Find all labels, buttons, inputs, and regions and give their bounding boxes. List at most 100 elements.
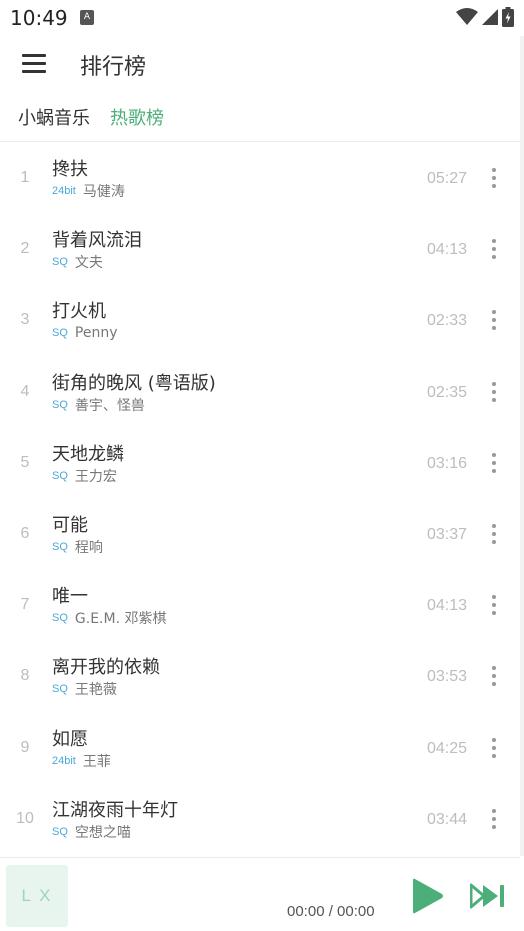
song-row[interactable]: 6 可能 SQ 程响 03:37	[0, 498, 520, 569]
song-title: 唯一	[52, 586, 88, 608]
song-row[interactable]: 3 打火机 SQ Penny 02:33	[0, 284, 520, 355]
more-options-icon[interactable]	[486, 807, 502, 831]
song-duration: 05:27	[427, 170, 468, 187]
song-title: 打火机	[52, 301, 106, 323]
quality-badge: SQ	[52, 256, 68, 269]
more-options-icon[interactable]	[486, 593, 502, 617]
song-artist: 马健涛	[82, 184, 125, 200]
more-options-icon[interactable]	[486, 736, 502, 760]
quality-badge: SQ	[52, 398, 68, 411]
quality-badge: SQ	[52, 469, 68, 482]
song-index: 6	[20, 525, 30, 542]
song-row[interactable]: 9 如愿 24bit 王菲 04:25	[0, 712, 520, 783]
next-track-icon[interactable]	[470, 882, 506, 910]
more-options-icon[interactable]	[486, 451, 502, 475]
song-duration: 04:25	[427, 739, 468, 757]
more-options-icon[interactable]	[486, 380, 502, 404]
song-artist: 空想之喵	[74, 824, 131, 841]
song-meta: 24bit 王菲	[52, 753, 111, 770]
quality-badge: SQ	[52, 825, 68, 838]
song-meta: SQ 王力宏	[52, 468, 117, 485]
cell-signal-icon	[482, 9, 498, 25]
page-title: 排行榜	[80, 55, 147, 80]
song-duration: 03:53	[427, 668, 468, 686]
quality-badge: SQ	[52, 683, 68, 696]
song-index: 5	[20, 453, 30, 471]
song-title: 天地龙鳞	[52, 443, 124, 465]
song-artist: 程响	[74, 540, 103, 556]
more-options-icon[interactable]	[486, 664, 502, 688]
song-row[interactable]: 2 背着风流泪 SQ 文夫 04:13	[0, 213, 520, 284]
more-options-icon[interactable]	[486, 522, 502, 546]
song-row[interactable]: 10 江湖夜雨十年灯 SQ 空想之喵 03:44	[0, 783, 520, 854]
notification-icon: A	[80, 10, 94, 25]
quality-badge: SQ	[52, 541, 68, 553]
song-row[interactable]: 1 搀扶 24bit 马健涛 05:27	[0, 142, 520, 213]
song-duration: 03:44	[427, 810, 468, 828]
playback-time: 00:00 / 00:00	[287, 903, 375, 920]
song-duration: 03:37	[427, 526, 468, 543]
song-index: 9	[20, 738, 30, 756]
more-options-icon[interactable]	[486, 308, 502, 332]
song-meta: 24bit 马健涛	[52, 183, 125, 200]
song-meta: SQ 王艳薇	[52, 681, 117, 699]
song-artist: 善宇、怪兽	[74, 397, 145, 414]
song-artist: 王艳薇	[74, 682, 117, 699]
song-duration: 02:33	[427, 312, 468, 330]
song-title: 街角的晚风 (粤语版)	[52, 372, 216, 394]
song-title: 可能	[52, 515, 88, 536]
song-title: 搀扶	[52, 159, 88, 180]
song-artist: 文夫	[74, 255, 103, 272]
wifi-icon	[456, 8, 478, 25]
song-duration: 02:35	[427, 383, 468, 401]
hamburger-menu-icon[interactable]	[22, 53, 46, 73]
song-meta: SQ 空想之喵	[52, 824, 131, 841]
song-index: 2	[20, 240, 30, 258]
quality-badge: SQ	[52, 612, 68, 625]
app-bar: 排行榜	[0, 36, 524, 92]
status-icons	[456, 6, 514, 28]
breadcrumb: 小蜗音乐 热歌榜	[18, 104, 164, 130]
quality-badge: SQ	[52, 327, 68, 340]
song-index: 3	[20, 311, 30, 329]
song-meta: SQ Penny	[52, 325, 118, 341]
song-index: 8	[20, 667, 30, 685]
status-time: 10:49	[10, 6, 68, 30]
song-artist: G.E.M. 邓紫棋	[74, 611, 167, 628]
quality-badge: 24bit	[52, 754, 76, 767]
song-index: 7	[20, 596, 30, 614]
song-meta: SQ 善宇、怪兽	[52, 397, 145, 414]
more-options-icon[interactable]	[486, 166, 502, 190]
quality-badge: 24bit	[52, 185, 76, 197]
song-row[interactable]: 5 天地龙鳞 SQ 王力宏 03:16	[0, 427, 520, 498]
song-meta: SQ 程响	[52, 539, 103, 556]
song-title: 离开我的依赖	[52, 657, 160, 679]
song-row[interactable]: 7 唯一 SQ G.E.M. 邓紫棋 04:13	[0, 569, 520, 640]
song-title: 背着风流泪	[52, 230, 142, 252]
song-index: 4	[20, 382, 30, 400]
player-bar: L X 00:00 / 00:00	[0, 857, 520, 931]
album-cover[interactable]: L X	[6, 865, 68, 927]
song-artist: 王力宏	[74, 468, 117, 485]
song-duration: 04:13	[427, 241, 468, 259]
source-selector[interactable]: 小蜗音乐	[18, 104, 90, 130]
song-meta: SQ G.E.M. 邓紫棋	[52, 610, 167, 628]
song-row[interactable]: 8 离开我的依赖 SQ 王艳薇 03:53	[0, 640, 520, 711]
song-duration: 03:16	[427, 454, 468, 472]
status-bar: 10:49 A	[0, 0, 524, 36]
song-meta: SQ 文夫	[52, 254, 103, 272]
song-row[interactable]: 4 街角的晚风 (粤语版) SQ 善宇、怪兽 02:35	[0, 356, 520, 427]
scroll-edge	[520, 36, 524, 856]
play-icon[interactable]	[410, 878, 444, 914]
board-selector[interactable]: 热歌榜	[110, 104, 164, 130]
song-artist: Penny	[74, 325, 118, 342]
song-index: 1	[20, 169, 30, 186]
song-title: 如愿	[52, 728, 88, 750]
song-artist: 王菲	[82, 753, 111, 770]
battery-icon	[502, 7, 514, 27]
more-options-icon[interactable]	[486, 237, 502, 261]
song-index: 10	[16, 809, 34, 827]
song-list[interactable]: 1 搀扶 24bit 马健涛 05:27 2 背着风流泪 SQ 文夫 04:13 3 打火机 SQ Pen…	[0, 141, 520, 856]
song-duration: 04:13	[427, 597, 468, 615]
song-title: 江湖夜雨十年灯	[52, 799, 178, 821]
